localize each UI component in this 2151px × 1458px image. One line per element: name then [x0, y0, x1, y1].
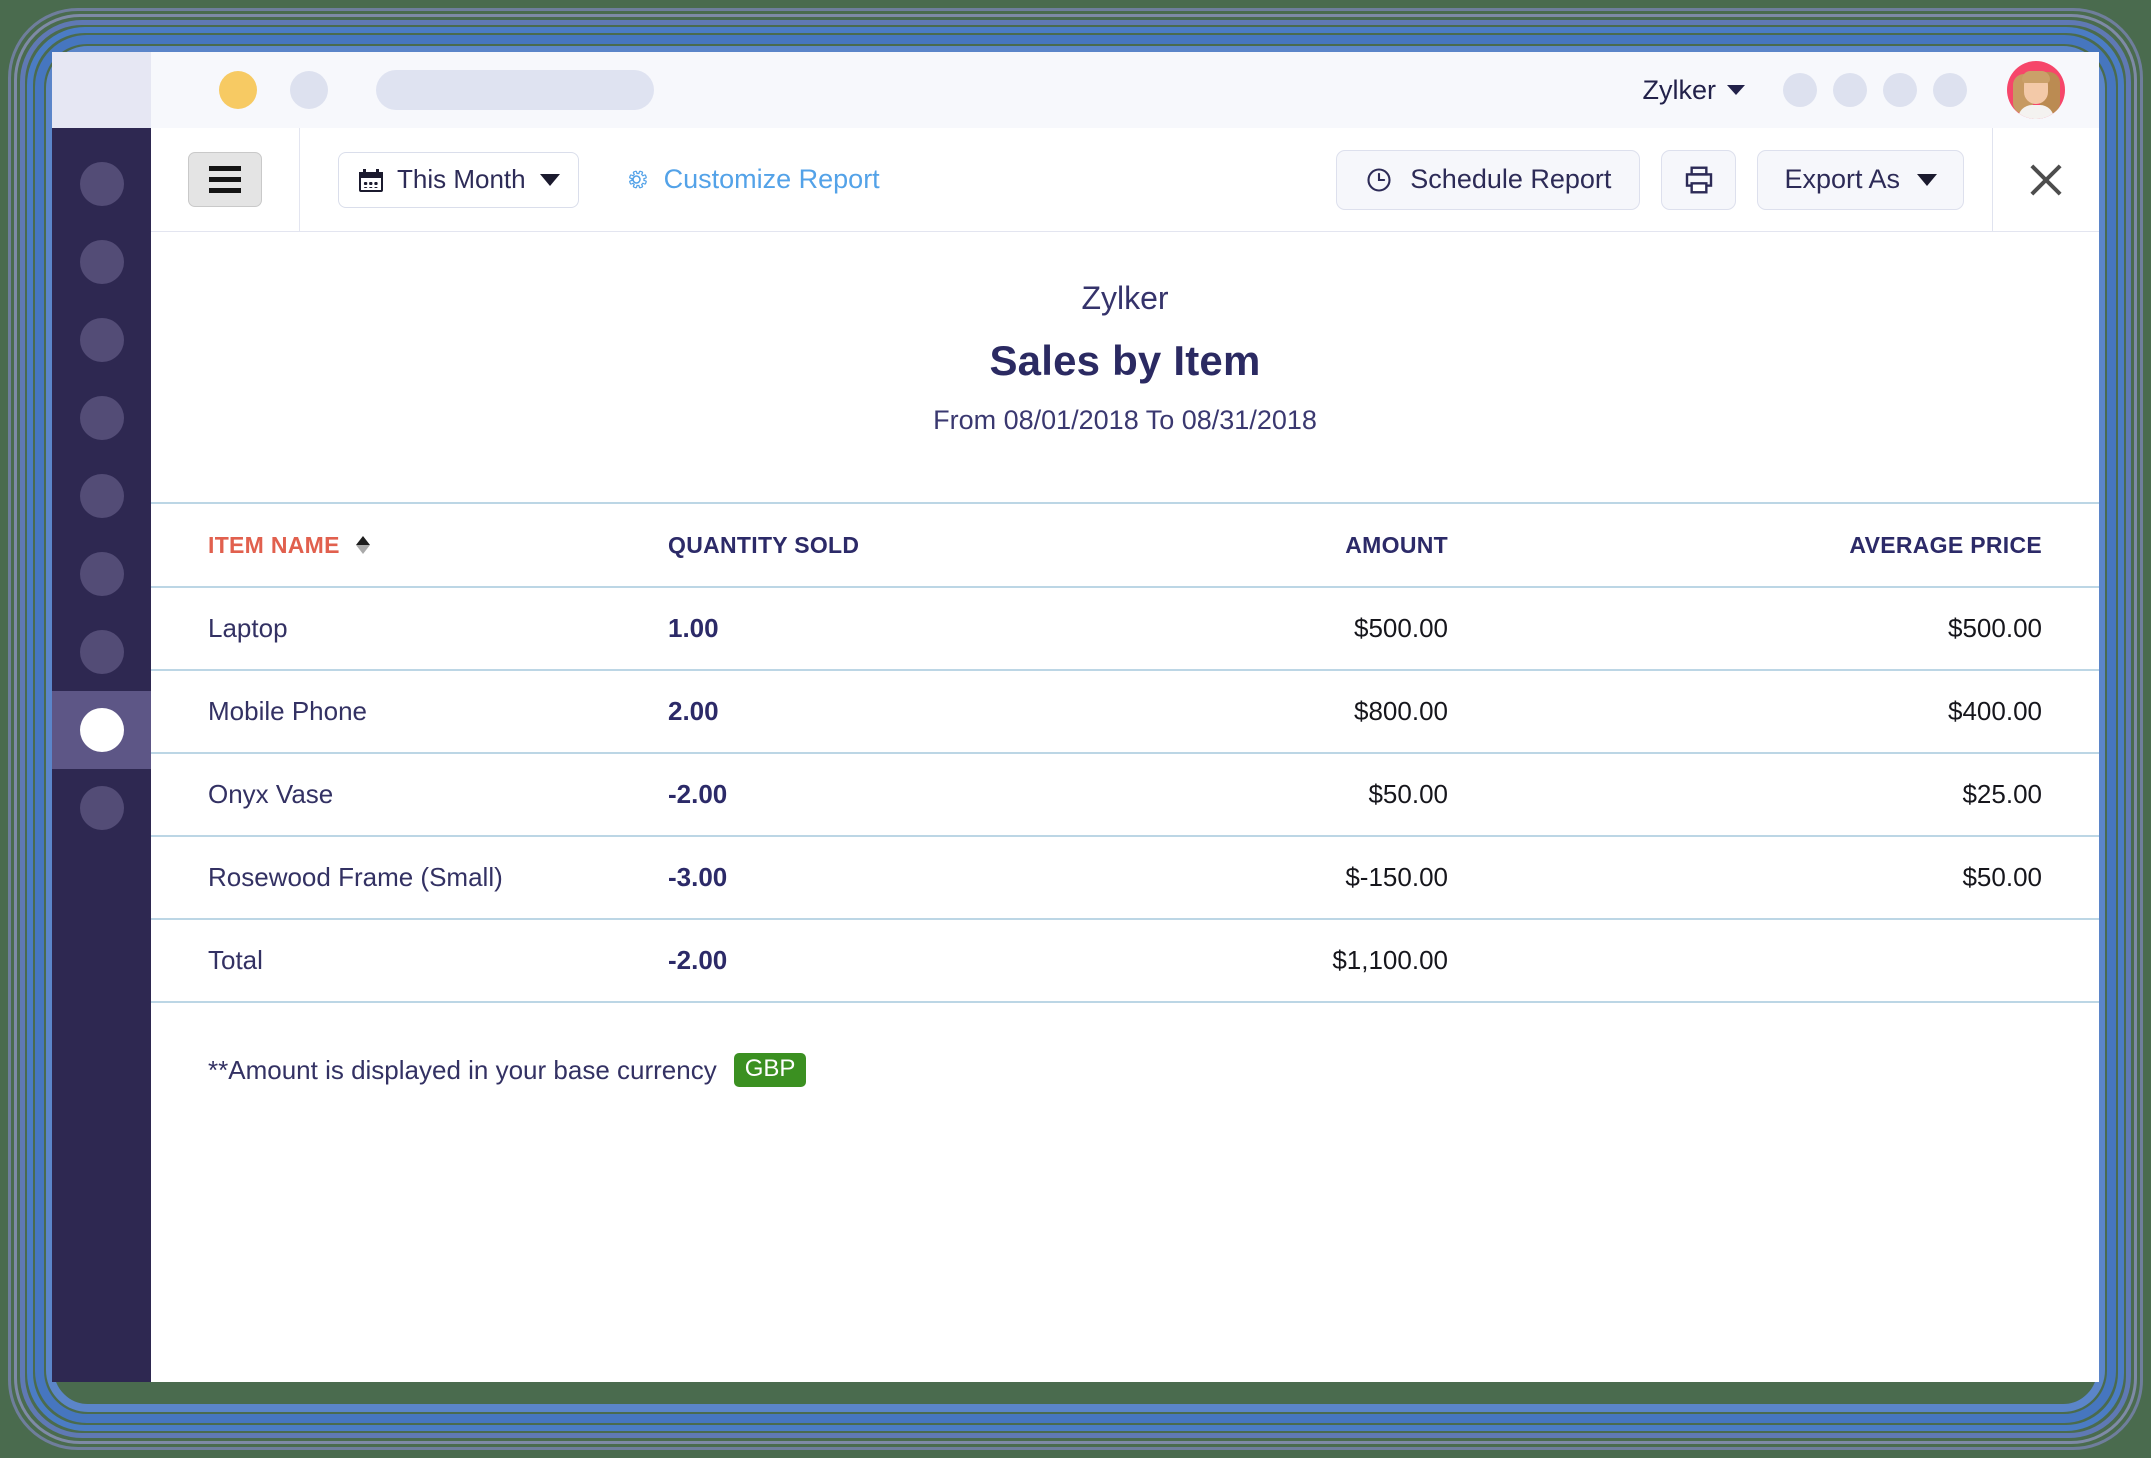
cell-item-name: Onyx Vase [151, 753, 668, 836]
global-search-input[interactable] [376, 70, 654, 110]
chevron-down-icon [1917, 174, 1937, 186]
topbar-icon-1[interactable] [1783, 73, 1817, 107]
topbar-icon-2[interactable] [1833, 73, 1867, 107]
currency-note-text: **Amount is displayed in your base curre… [208, 1055, 717, 1086]
topbar-dot-grey[interactable] [290, 71, 328, 109]
sort-ascending-icon [356, 536, 371, 554]
sidebar-item-icon [80, 708, 124, 752]
export-as-button[interactable]: Export As [1757, 150, 1964, 210]
table-row[interactable]: Laptop 1.00 $500.00 $500.00 [151, 587, 2099, 670]
table-row[interactable]: Mobile Phone 2.00 $800.00 $400.00 [151, 670, 2099, 753]
cell-item-name: Mobile Phone [151, 670, 668, 753]
column-header-item-name-label: ITEM NAME [208, 532, 340, 559]
table-row[interactable]: Onyx Vase -2.00 $50.00 $25.00 [151, 753, 2099, 836]
app-body: This Month Customize Report [52, 128, 2099, 1382]
report-toolbar: This Month Customize Report [151, 128, 2099, 232]
topbar-icon-4[interactable] [1933, 73, 1967, 107]
cell-quantity-sold: 1.00 [668, 587, 1008, 670]
topbar-icon-3[interactable] [1883, 73, 1917, 107]
sidebar-item-3[interactable] [52, 301, 151, 379]
cell-amount: $500.00 [1008, 587, 1448, 670]
cell-amount: $-150.00 [1008, 836, 1448, 919]
sidebar-item-icon [80, 630, 124, 674]
table-body: Laptop 1.00 $500.00 $500.00 Mobile Phone… [151, 587, 2099, 1002]
report-date-range: From 08/01/2018 To 08/31/2018 [151, 405, 2099, 436]
customize-report-label: Customize Report [664, 164, 880, 195]
page-title: Sales by Item [151, 337, 2099, 385]
clock-icon [1365, 166, 1393, 194]
sidebar-item-icon [80, 786, 124, 830]
calendar-icon [359, 168, 383, 192]
sidebar-item-2[interactable] [52, 223, 151, 301]
cell-item-name: Rosewood Frame (Small) [151, 836, 668, 919]
currency-badge: GBP [734, 1053, 807, 1087]
sidebar-item-8-active[interactable] [52, 691, 151, 769]
sidebar-item-icon [80, 318, 124, 362]
column-header-average-price[interactable]: AVERAGE PRICE [1448, 503, 2099, 587]
cell-quantity-sold: -3.00 [668, 836, 1008, 919]
cell-item-name: Laptop [151, 587, 668, 670]
cell-total-amount: $1,100.00 [1008, 919, 1448, 1002]
gear-icon [623, 166, 650, 193]
hamburger-menu-button[interactable] [188, 152, 262, 207]
sidebar-item-icon [80, 240, 124, 284]
table-header: ITEM NAME QUANTITY SOLD AMOUNT AVERAGE P… [151, 503, 2099, 587]
avatar[interactable] [2007, 61, 2065, 119]
cell-total-average-price [1448, 919, 2099, 1002]
app-window: Zylker [52, 52, 2099, 1382]
cell-average-price: $500.00 [1448, 587, 2099, 670]
date-range-value: This Month [397, 164, 526, 195]
sidebar-item-icon [80, 474, 124, 518]
cell-total-quantity: -2.00 [668, 919, 1008, 1002]
sidebar-item-icon [80, 396, 124, 440]
column-header-item-name[interactable]: ITEM NAME [151, 503, 668, 587]
topbar-dot-yellow[interactable] [219, 71, 257, 109]
sidebar-item-icon [80, 552, 124, 596]
topbar-icon-group [1783, 73, 1967, 107]
cell-quantity-sold: -2.00 [668, 753, 1008, 836]
toolbar-divider [299, 128, 300, 231]
customize-report-button[interactable]: Customize Report [623, 164, 880, 195]
print-button[interactable] [1661, 150, 1736, 210]
chevron-down-icon [540, 174, 560, 186]
sidebar-item-1[interactable] [52, 145, 151, 223]
sidebar-item-9[interactable] [52, 769, 151, 847]
date-range-select[interactable]: This Month [338, 152, 579, 208]
cell-average-price: $400.00 [1448, 670, 2099, 753]
schedule-report-button[interactable]: Schedule Report [1336, 150, 1640, 210]
cell-average-price: $25.00 [1448, 753, 2099, 836]
app-logo-block[interactable] [52, 52, 151, 128]
export-as-label: Export As [1784, 164, 1900, 195]
chevron-down-icon [1727, 85, 1745, 95]
close-button[interactable] [1993, 162, 2099, 198]
table-row[interactable]: Rosewood Frame (Small) -3.00 $-150.00 $5… [151, 836, 2099, 919]
currency-note: **Amount is displayed in your base curre… [151, 1053, 2099, 1087]
column-header-quantity-sold[interactable]: QUANTITY SOLD [668, 503, 1008, 587]
sidebar-item-7[interactable] [52, 613, 151, 691]
sidebar-item-5[interactable] [52, 457, 151, 535]
report-organization: Zylker [151, 280, 2099, 317]
app-top-bar: Zylker [52, 52, 2099, 129]
sidebar-item-4[interactable] [52, 379, 151, 457]
sidebar-item-icon [80, 162, 124, 206]
table-header-row: ITEM NAME QUANTITY SOLD AMOUNT AVERAGE P… [151, 503, 2099, 587]
cell-total-label: Total [151, 919, 668, 1002]
schedule-report-label: Schedule Report [1410, 164, 1611, 195]
org-switcher-label: Zylker [1643, 75, 1717, 106]
cell-quantity-sold: 2.00 [668, 670, 1008, 753]
sidebar [52, 128, 151, 1382]
table-total-row: Total -2.00 $1,100.00 [151, 919, 2099, 1002]
cell-average-price: $50.00 [1448, 836, 2099, 919]
column-header-amount[interactable]: AMOUNT [1008, 503, 1448, 587]
sales-by-item-table: ITEM NAME QUANTITY SOLD AMOUNT AVERAGE P… [151, 502, 2099, 1003]
org-switcher[interactable]: Zylker [1643, 75, 1746, 106]
cell-amount: $800.00 [1008, 670, 1448, 753]
main-panel: This Month Customize Report [151, 128, 2099, 1382]
sidebar-item-6[interactable] [52, 535, 151, 613]
cell-amount: $50.00 [1008, 753, 1448, 836]
close-icon [2028, 162, 2064, 198]
printer-icon [1682, 164, 1716, 196]
report-content: Zylker Sales by Item From 08/01/2018 To … [151, 232, 2099, 1382]
report-header: Zylker Sales by Item From 08/01/2018 To … [151, 232, 2099, 436]
